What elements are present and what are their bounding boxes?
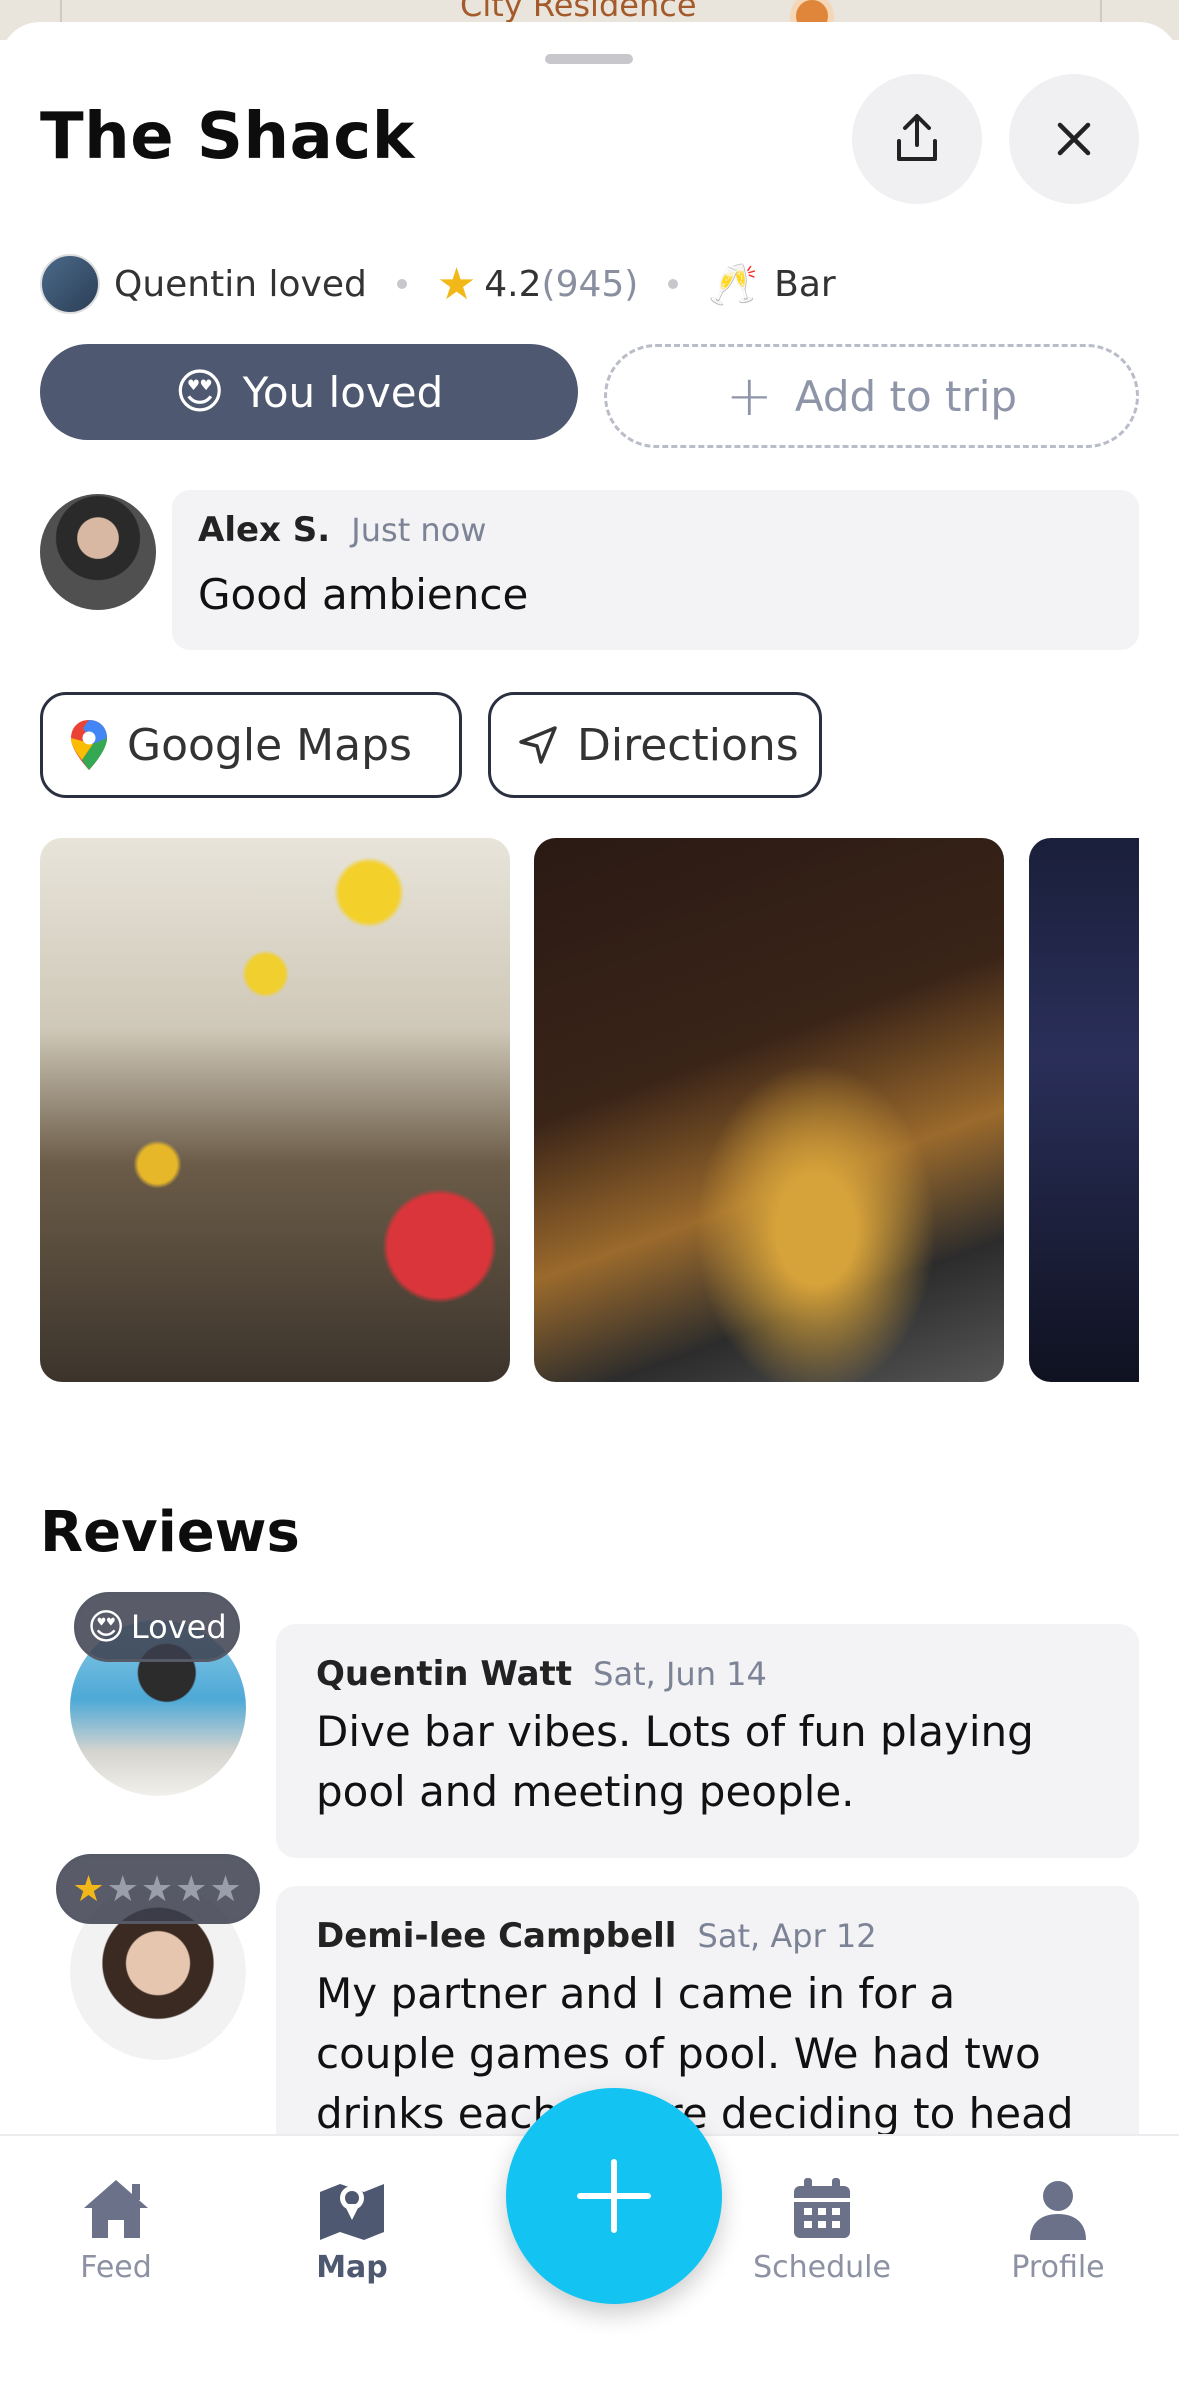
star-empty-icon: ★★★★ [106,1868,244,1910]
you-loved-button[interactable]: 😍 You loved [40,344,578,440]
heart-eyes-icon: 😍 [87,1606,125,1648]
star-rating-badge: ★ ★★★★ [56,1854,260,1924]
tab-feed-label: Feed [80,2250,152,2285]
place-title: The Shack [40,100,415,174]
sheet-grabber[interactable] [545,54,633,64]
home-icon [84,2180,148,2238]
heart-eyes-icon: 😍 [174,364,225,420]
place-photo[interactable] [1029,838,1139,1382]
google-maps-button[interactable]: Google Maps [40,692,462,798]
directions-label: Directions [577,719,799,771]
tab-feed[interactable]: Feed [16,2176,216,2285]
add-button[interactable] [506,2088,722,2304]
review-text: Dive bar vibes. Lots of fun playing pool… [316,1707,1034,1816]
loved-by-text[interactable]: Quentin loved [114,264,367,305]
comment-bubble: Alex S. Just now Good ambience [172,490,1139,650]
calendar-icon [794,2178,850,2238]
google-maps-pin-icon [69,718,109,772]
rating-value: 4.2 [484,263,542,305]
map-icon [320,2184,384,2240]
tab-schedule[interactable]: Schedule [722,2176,922,2285]
place-category: Bar [774,263,836,305]
review-card: Quentin Watt Sat, Jun 14 Dive bar vibes.… [276,1624,1139,1858]
comment-time: Just now [351,511,487,549]
tab-map[interactable]: Map [252,2176,452,2285]
separator-dot [668,279,679,289]
comment-text: Good ambience [198,570,529,619]
plus-icon [577,2159,651,2233]
review-date: Sat, Jun 14 [593,1655,767,1693]
tab-schedule-label: Schedule [753,2250,891,2285]
cheers-icon: 🥂 [708,261,759,308]
review-author[interactable]: Quentin Watt [316,1654,572,1694]
place-meta: Quentin loved ★ 4.2 (945) 🥂 Bar [40,254,836,314]
navigation-arrow-icon [517,724,559,766]
share-button[interactable] [852,74,982,204]
person-icon [1030,2181,1086,2240]
add-to-trip-button[interactable]: + Add to trip [604,344,1139,448]
review-author[interactable]: Demi-lee Campbell [316,1916,676,1956]
tab-profile[interactable]: Profile [958,2176,1158,2285]
loved-badge: 😍 Loved [74,1592,240,1662]
review-date: Sat, Apr 12 [697,1917,877,1955]
review-card: Demi-lee Campbell Sat, Apr 12 My partner… [276,1886,1139,2156]
map-label: City Residence [460,0,697,24]
review-text: My partner and I came in for a couple ga… [316,1969,1074,2138]
plus-icon: + [725,363,773,429]
rating-count: (945) [541,263,639,305]
close-button[interactable] [1009,74,1139,204]
place-photo[interactable] [534,838,1004,1382]
tab-map-label: Map [316,2250,388,2285]
directions-button[interactable]: Directions [488,692,822,798]
separator-dot [396,279,407,289]
tab-profile-label: Profile [1011,2250,1105,2285]
close-icon [1057,122,1091,156]
comment-author[interactable]: Alex S. [198,510,330,550]
avatar[interactable] [40,254,100,314]
google-maps-label: Google Maps [127,719,412,771]
place-photo[interactable] [40,838,510,1382]
avatar[interactable] [40,494,156,610]
share-icon [897,114,937,161]
star-icon: ★ [436,258,477,310]
add-to-trip-label: Add to trip [794,371,1018,421]
reviews-heading: Reviews [40,1500,300,1565]
loved-badge-label: Loved [130,1608,227,1646]
you-loved-label: You loved [242,367,444,417]
star-filled-icon: ★ [72,1868,107,1910]
